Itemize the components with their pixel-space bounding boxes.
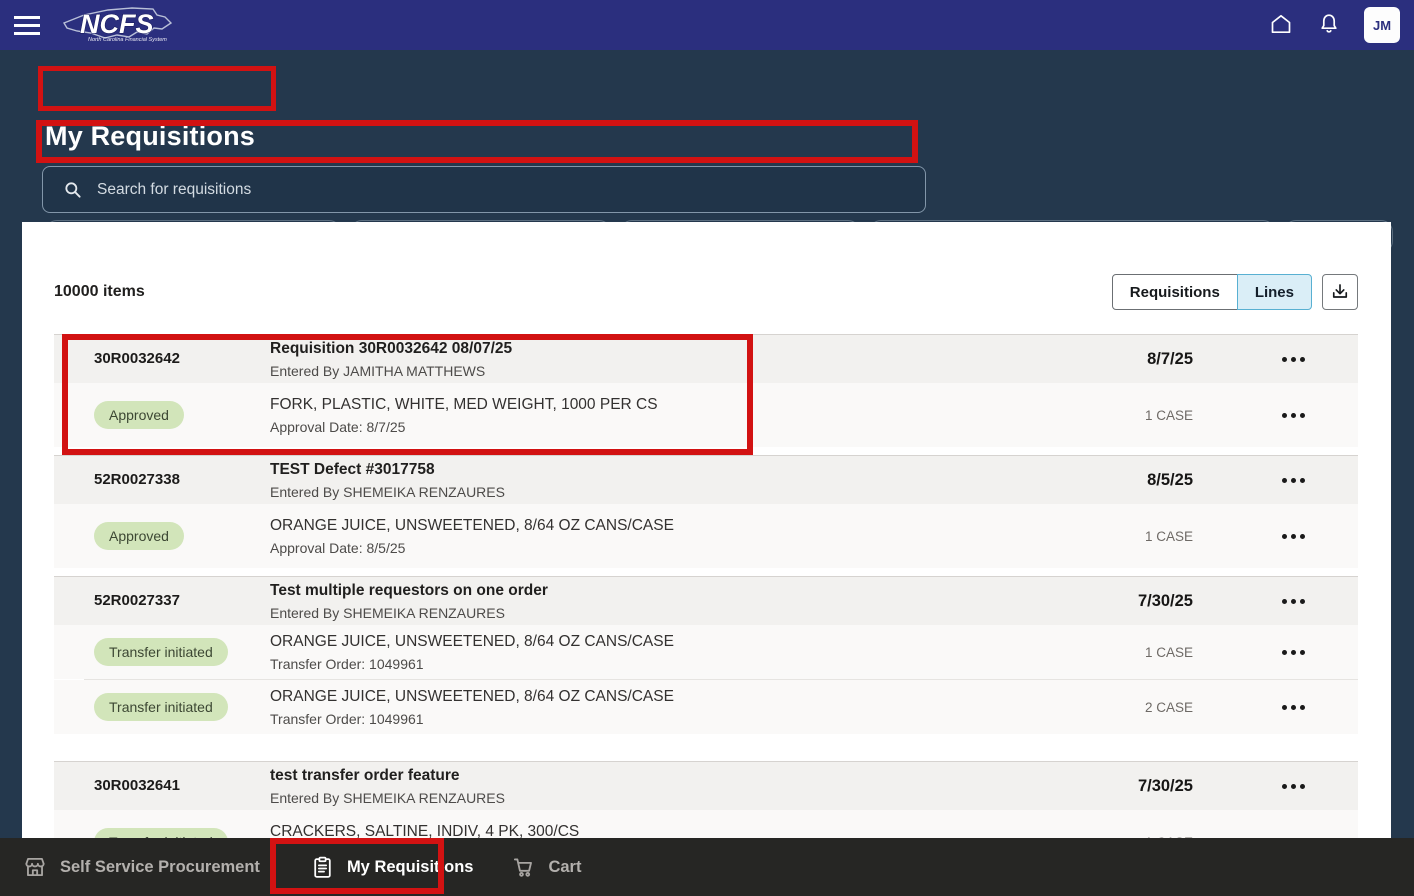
row-actions-button[interactable] — [1274, 697, 1313, 718]
requisitions-table: 30R0032642 Requisition 30R0032642 08/07/… — [54, 334, 1358, 874]
line-quantity: 2 CASE — [1063, 700, 1228, 715]
nav-cart[interactable]: Cart — [510, 854, 581, 880]
nav-label: Cart — [548, 858, 581, 877]
line-quantity: 1 CASE — [1063, 408, 1228, 423]
row-actions-button[interactable] — [1274, 470, 1313, 491]
requisition-header-row[interactable]: 52R0027338 TEST Defect #3017758 Entered … — [54, 456, 1358, 504]
line-detail: Transfer Order: 1049961 — [270, 656, 1063, 672]
results-panel: 10000 items Requisitions Lines 30R003264… — [22, 222, 1391, 896]
line-description: ORANGE JUICE, UNSWEETENED, 8/64 OZ CANS/… — [270, 632, 1063, 652]
requisition-title[interactable]: test transfer order feature — [270, 766, 1063, 786]
row-actions-button[interactable] — [1274, 591, 1313, 612]
entered-by: Entered By JAMITHA MATTHEWS — [270, 363, 1063, 379]
lines-view-button[interactable]: Lines — [1237, 274, 1312, 310]
requisition-group: 52R0027338 TEST Defect #3017758 Entered … — [54, 455, 1358, 576]
line-detail: Approval Date: 8/5/25 — [270, 540, 1063, 556]
row-actions-button[interactable] — [1274, 776, 1313, 797]
requisition-number: 30R0032641 — [94, 777, 180, 794]
requisition-title[interactable]: Test multiple requestors on one order — [270, 581, 1063, 601]
entered-by: Entered By SHEMEIKA RENZAURES — [270, 790, 1063, 806]
nav-self-service-procurement[interactable]: Self Service Procurement — [22, 854, 260, 880]
row-actions-button[interactable] — [1274, 349, 1313, 370]
requisition-date: 8/5/25 — [1063, 471, 1228, 490]
requisition-line-row[interactable]: Approved FORK, PLASTIC, WHITE, MED WEIGH… — [54, 383, 1358, 447]
menu-icon[interactable] — [12, 8, 52, 42]
items-count: 10000 items — [54, 283, 145, 301]
page-title: My Requisitions — [45, 121, 255, 152]
status-badge: Approved — [94, 522, 184, 550]
entered-by: Entered By SHEMEIKA RENZAURES — [270, 605, 1063, 621]
requisition-header-row[interactable]: 52R0027337 Test multiple requestors on o… — [54, 577, 1358, 625]
cart-icon — [510, 854, 536, 880]
requisition-date: 8/7/25 — [1063, 350, 1228, 369]
home-icon[interactable] — [1268, 12, 1294, 38]
download-button[interactable] — [1322, 274, 1358, 310]
logo-tagline: North Carolina Financial System — [88, 37, 167, 43]
requisitions-view-button[interactable]: Requisitions — [1112, 274, 1238, 310]
line-quantity: 1 CASE — [1063, 529, 1228, 544]
line-description: FORK, PLASTIC, WHITE, MED WEIGHT, 1000 P… — [270, 395, 1063, 415]
row-actions-button[interactable] — [1274, 526, 1313, 547]
row-actions-button[interactable] — [1274, 405, 1313, 426]
line-description: ORANGE JUICE, UNSWEETENED, 8/64 OZ CANS/… — [270, 516, 1063, 536]
requisition-group: 52R0027337 Test multiple requestors on o… — [54, 576, 1358, 761]
requisition-title[interactable]: TEST Defect #3017758 — [270, 460, 1063, 480]
requisition-title[interactable]: Requisition 30R0032642 08/07/25 — [270, 339, 1063, 359]
requisition-number: 52R0027337 — [94, 592, 180, 609]
requisition-line-row[interactable]: Transfer initiated ORANGE JUICE, UNSWEET… — [54, 625, 1358, 679]
view-toggle: Requisitions Lines — [1112, 274, 1312, 310]
status-badge: Transfer initiated — [94, 638, 228, 666]
top-navbar: NCFS North Carolina Financial System JM — [0, 0, 1414, 50]
clipboard-icon — [310, 855, 335, 880]
entered-by: Entered By SHEMEIKA RENZAURES — [270, 484, 1063, 500]
download-icon — [1330, 282, 1350, 302]
nav-my-requisitions[interactable]: My Requisitions — [310, 855, 474, 880]
logo-text: NCFS — [80, 9, 154, 39]
ncfs-logo[interactable]: NCFS North Carolina Financial System — [58, 1, 176, 49]
line-detail: Transfer Order: 1049961 — [270, 711, 1063, 727]
nav-label: Self Service Procurement — [60, 858, 260, 877]
requisition-number: 52R0027338 — [94, 471, 180, 488]
search-box[interactable] — [42, 166, 926, 213]
line-quantity: 1 CASE — [1063, 645, 1228, 660]
requisition-date: 7/30/25 — [1063, 777, 1228, 796]
notifications-bell-icon[interactable] — [1316, 12, 1342, 38]
search-icon — [63, 180, 83, 200]
requisition-line-row[interactable]: Approved ORANGE JUICE, UNSWEETENED, 8/64… — [54, 504, 1358, 568]
row-actions-button[interactable] — [1274, 642, 1313, 663]
requisition-number: 30R0032642 — [94, 350, 180, 367]
results-toolbar: 10000 items Requisitions Lines — [22, 274, 1391, 310]
line-detail: Approval Date: 8/7/25 — [270, 419, 1063, 435]
storefront-icon — [22, 854, 48, 880]
bottom-nav-bar: Self Service Procurement My Requisitions… — [0, 838, 1414, 896]
page-header: My Requisitions Entered By YOLONDA MCLEA… — [0, 50, 1414, 222]
requisition-header-row[interactable]: 30R0032642 Requisition 30R0032642 08/07/… — [54, 335, 1358, 383]
user-avatar[interactable]: JM — [1364, 7, 1400, 43]
status-badge: Transfer initiated — [94, 693, 228, 721]
requisition-header-row[interactable]: 30R0032641 test transfer order feature E… — [54, 762, 1358, 810]
line-description: ORANGE JUICE, UNSWEETENED, 8/64 OZ CANS/… — [270, 687, 1063, 707]
search-input[interactable] — [97, 181, 925, 199]
requisition-group: 30R0032642 Requisition 30R0032642 08/07/… — [54, 334, 1358, 455]
requisition-line-row[interactable]: Transfer initiated ORANGE JUICE, UNSWEET… — [54, 680, 1358, 734]
nav-label: My Requisitions — [347, 858, 474, 877]
status-badge: Approved — [94, 401, 184, 429]
requisition-date: 7/30/25 — [1063, 592, 1228, 611]
